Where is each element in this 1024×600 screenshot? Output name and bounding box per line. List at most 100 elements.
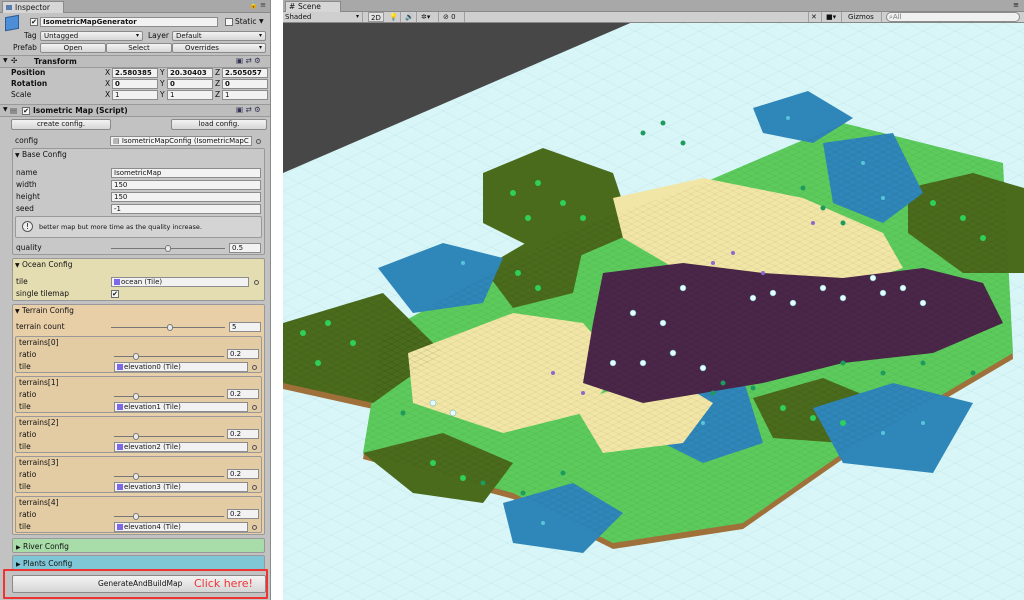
chevron-down-icon: ▾: [135, 32, 139, 39]
generate-and-build-map-button[interactable]: GenerateAndBuildMap Click here!: [12, 575, 266, 593]
mode-2d-toggle[interactable]: 2D: [368, 12, 384, 22]
script-enabled-checkbox[interactable]: ✔: [22, 107, 30, 115]
lock-menu-icon[interactable]: 🔒 ≡: [249, 1, 266, 9]
object-picker-icon[interactable]: [252, 485, 257, 490]
terrain-config-foldout[interactable]: ▼ Terrain Config: [15, 306, 74, 315]
terrain-ratio-slider-track[interactable]: [114, 516, 224, 517]
position-z-input[interactable]: 2.505057: [222, 68, 268, 78]
single-tilemap-checkbox[interactable]: ✔: [111, 290, 119, 298]
height-input[interactable]: 150: [111, 192, 261, 202]
terrain-ratio-slider-track[interactable]: [114, 356, 224, 357]
foldout-arrow-icon: ▼: [3, 106, 8, 113]
terrain-ratio-slider-handle[interactable]: [133, 353, 139, 360]
script-component-header[interactable]: ▼ ▤ ✔ Isometric Map (Script) ▣ ⇄ ⚙: [0, 104, 270, 117]
lighting-icon[interactable]: 💡: [387, 12, 401, 22]
terrain-tile-field[interactable]: elevation3 (Tile): [114, 482, 248, 492]
rotation-z-input[interactable]: 0: [222, 79, 268, 89]
terrain-ratio-input[interactable]: 0.2: [227, 469, 259, 479]
tools-icon[interactable]: ✕: [808, 12, 822, 22]
quality-input[interactable]: 0.5: [229, 243, 261, 253]
prefab-overrides-dropdown[interactable]: Overrides ▾: [172, 43, 266, 53]
tag-label: Tag: [24, 31, 37, 40]
river-config-foldout[interactable]: ▶ River Config: [12, 538, 265, 553]
scene-viewport[interactable]: [283, 23, 1024, 600]
rotation-y-input[interactable]: 0: [167, 79, 213, 89]
terrain-ratio-slider-handle[interactable]: [133, 433, 139, 440]
object-name-input[interactable]: IsometricMapGenerator: [40, 17, 218, 27]
quality-slider-handle[interactable]: [165, 245, 171, 252]
terrain-tile-field[interactable]: elevation0 (Tile): [114, 362, 248, 372]
component-menu-icons[interactable]: ▣ ⇄ ⚙: [236, 105, 261, 114]
terrain-ratio-input[interactable]: 0.2: [227, 509, 259, 519]
create-config-button[interactable]: create config.: [11, 119, 111, 130]
object-picker-icon[interactable]: [252, 445, 257, 450]
prefab-select-button[interactable]: Select: [106, 43, 172, 53]
width-label: width: [16, 180, 37, 189]
terrain-ratio-slider-handle[interactable]: [133, 513, 139, 520]
position-x-input[interactable]: 2.580385: [112, 68, 158, 78]
camera-icon[interactable]: ■▾: [824, 12, 842, 22]
shading-dropdown[interactable]: Shaded ▾: [283, 12, 363, 22]
gizmos-dropdown[interactable]: Gizmos ▾: [846, 12, 882, 31]
terrain-tile-field[interactable]: elevation2 (Tile): [114, 442, 248, 452]
terrain-ratio-label: ratio: [19, 470, 37, 479]
name-input[interactable]: IsometricMap: [111, 168, 261, 178]
terrain-count-slider-handle[interactable]: [167, 324, 174, 331]
terrain-ratio-input[interactable]: 0.2: [227, 349, 259, 359]
gameobject-cube-icon: [5, 14, 19, 32]
ocean-tile-row: tile ocean (Tile): [0, 276, 270, 288]
plants-config-foldout[interactable]: ▶ Plants Config: [12, 555, 265, 570]
prefab-open-button[interactable]: Open: [40, 43, 106, 53]
audio-icon[interactable]: 🔊: [403, 12, 417, 22]
object-picker-icon[interactable]: [256, 139, 261, 144]
ocean-config-foldout[interactable]: ▼ Ocean Config: [15, 260, 72, 269]
terrain-count-row: terrain count 5: [0, 321, 270, 333]
scale-z-input[interactable]: 1: [222, 90, 268, 100]
terrain-count-input[interactable]: 5: [229, 322, 261, 332]
scene-menu-icon[interactable]: ≡: [1013, 1, 1019, 9]
static-checkbox[interactable]: [225, 18, 233, 26]
terrain-ratio-slider-track[interactable]: [114, 476, 224, 477]
active-checkbox[interactable]: ✔: [30, 18, 38, 26]
object-picker-icon[interactable]: [252, 525, 257, 530]
terrain-ratio-input[interactable]: 0.2: [227, 389, 259, 399]
ocean-tile-field[interactable]: ocean (Tile): [111, 277, 249, 287]
tab-scene[interactable]: # Scene: [285, 1, 341, 12]
static-dropdown-icon[interactable]: ▼: [259, 16, 264, 28]
layer-dropdown[interactable]: Default ▾: [172, 31, 266, 41]
scale-y-input[interactable]: 1: [167, 90, 213, 100]
foldout-arrow-icon: ▼: [15, 152, 20, 159]
effects-icon[interactable]: ✲▾: [419, 12, 439, 22]
tab-inspector[interactable]: Inspector: [2, 1, 64, 13]
tag-dropdown[interactable]: Untagged ▾: [40, 31, 143, 41]
tag-layer-row: Tag Untagged ▾ Layer Default ▾: [0, 30, 270, 42]
hidden-objects-icon[interactable]: ⊘ 0: [441, 12, 465, 22]
object-picker-icon[interactable]: [254, 280, 259, 285]
terrain-tile-field[interactable]: elevation1 (Tile): [114, 402, 248, 412]
object-picker-icon[interactable]: [252, 405, 257, 410]
scene-search-input[interactable]: ⌕All: [886, 12, 1020, 22]
terrain-ratio-input[interactable]: 0.2: [227, 429, 259, 439]
terrain-ratio-label: ratio: [19, 350, 37, 359]
width-input[interactable]: 150: [111, 180, 261, 190]
terrain-ratio-slider-track[interactable]: [114, 436, 224, 437]
static-label: Static: [235, 17, 257, 26]
terrain-ratio-slider-handle[interactable]: [133, 473, 139, 480]
seed-input[interactable]: -1: [111, 204, 261, 214]
inspector-tabbar: Inspector 🔒 ≡: [0, 0, 270, 13]
position-y-input[interactable]: 20.30403: [167, 68, 213, 78]
load-config-button[interactable]: load config.: [171, 119, 267, 130]
base-config-foldout[interactable]: ▼ Base Config: [15, 150, 67, 159]
foldout-arrow-right-icon: ▶: [16, 561, 21, 568]
terrain-ratio-slider-handle[interactable]: [133, 393, 139, 400]
scale-x-input[interactable]: 1: [112, 90, 158, 100]
terrain-ratio-slider-track[interactable]: [114, 396, 224, 397]
chevron-down-icon: ▾: [355, 13, 359, 20]
axis-x-label: X: [105, 90, 111, 99]
terrain-tile-label: tile: [19, 402, 31, 411]
terrain-tile-field[interactable]: elevation4 (Tile): [114, 522, 248, 532]
config-object-field[interactable]: ▤ IsometricMapConfig (IsometricMapC: [110, 136, 252, 146]
rotation-x-input[interactable]: 0: [112, 79, 158, 89]
object-picker-icon[interactable]: [252, 365, 257, 370]
component-menu-icons[interactable]: ▣ ⇄ ⚙: [236, 56, 261, 65]
